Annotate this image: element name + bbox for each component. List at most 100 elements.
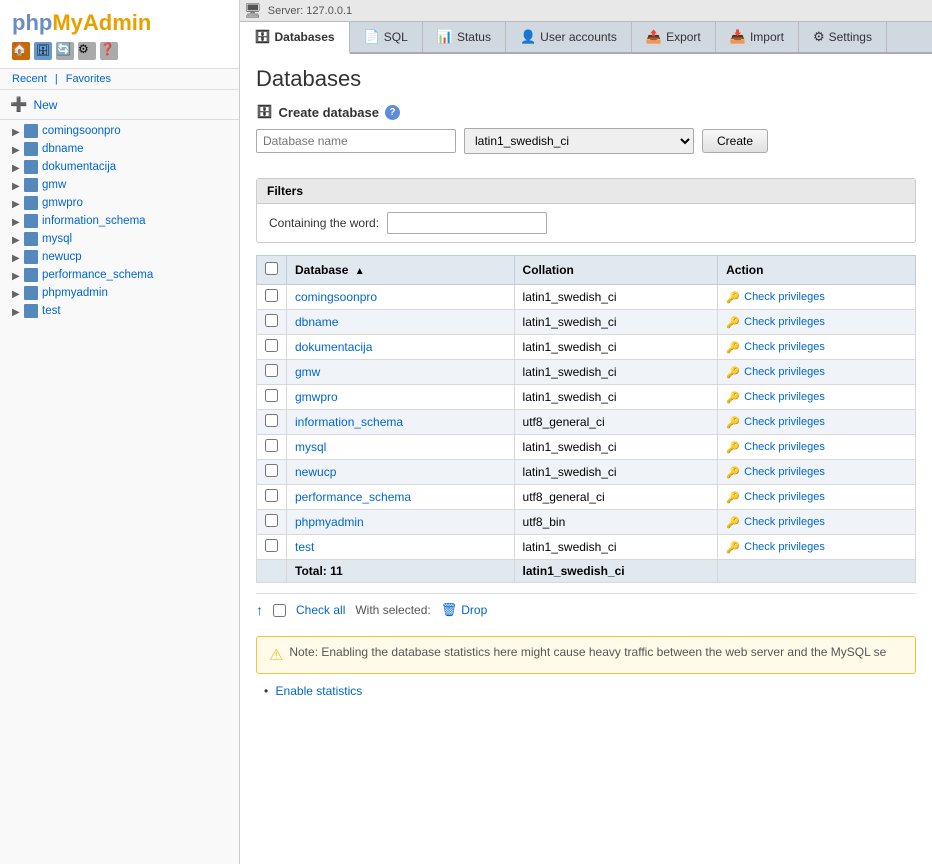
db-icon[interactable]: 🗄 [34, 42, 52, 60]
check-privileges-link[interactable]: Check privileges [744, 541, 825, 553]
sidebar-item-phpmyadmin[interactable]: ▶ phpmyadmin [0, 284, 239, 302]
check-privileges-link[interactable]: Check privileges [744, 316, 825, 328]
refresh-icon[interactable]: 🔄 [56, 42, 74, 60]
table-row: test latin1_swedish_ci 🔑 Check privilege… [257, 535, 916, 560]
tab-status[interactable]: 📊 Status [423, 22, 506, 52]
db-name-link[interactable]: phpmyadmin [295, 515, 364, 529]
table-row: dbname latin1_swedish_ci 🔑 Check privile… [257, 310, 916, 335]
row-checkbox[interactable] [265, 464, 278, 477]
row-checkbox[interactable] [265, 289, 278, 302]
sidebar-item-test[interactable]: ▶ test [0, 302, 239, 320]
db-name-link[interactable]: dbname [295, 315, 338, 329]
drop-button[interactable]: 🗑 Drop [441, 602, 488, 618]
help-small-icon[interactable]: ❓ [100, 42, 118, 60]
tab-user-accounts[interactable]: 👤 User accounts [506, 22, 632, 52]
database-tree: ▶ comingsoonpro ▶ dbname ▶ dokumentacija… [0, 120, 239, 864]
db-tree-icon [24, 214, 38, 228]
favorites-link[interactable]: Favorites [66, 73, 111, 85]
db-tree-icon [24, 178, 38, 192]
row-db-name: test [287, 535, 515, 560]
new-label: New [33, 98, 57, 112]
db-name-link[interactable]: dokumentacija [295, 340, 372, 354]
row-checkbox[interactable] [265, 539, 278, 552]
check-privileges-link[interactable]: Check privileges [744, 416, 825, 428]
row-collation: latin1_swedish_ci [514, 460, 718, 485]
db-tree-label[interactable]: newucp [42, 251, 82, 263]
row-checkbox[interactable] [265, 439, 278, 452]
sidebar-item-dokumentacija[interactable]: ▶ dokumentacija [0, 158, 239, 176]
db-tree-label[interactable]: comingsoonpro [42, 125, 121, 137]
db-name-link[interactable]: test [295, 540, 314, 554]
create-button[interactable]: Create [702, 129, 768, 153]
check-privileges-link[interactable]: Check privileges [744, 341, 825, 353]
db-tree-label[interactable]: information_schema [42, 215, 146, 227]
db-name-link[interactable]: information_schema [295, 415, 403, 429]
row-checkbox[interactable] [265, 314, 278, 327]
tab-export[interactable]: 📤 Export [632, 22, 716, 52]
row-checkbox[interactable] [265, 339, 278, 352]
th-database[interactable]: Database ▲ [287, 256, 515, 285]
collation-select[interactable]: latin1_swedish_ci [464, 128, 694, 154]
scroll-top-button[interactable]: ↑ [256, 602, 263, 618]
check-privileges-link[interactable]: Check privileges [744, 366, 825, 378]
db-name-link[interactable]: newucp [295, 465, 336, 479]
tab-sql[interactable]: 📄 SQL [350, 22, 423, 52]
enable-statistics-link[interactable]: Enable statistics [276, 684, 363, 698]
db-tree-label[interactable]: performance_schema [42, 269, 153, 281]
sidebar-item-information-schema[interactable]: ▶ information_schema [0, 212, 239, 230]
th-checkbox [257, 256, 287, 285]
row-checkbox[interactable] [265, 514, 278, 527]
row-checkbox[interactable] [265, 414, 278, 427]
check-privileges-link[interactable]: Check privileges [744, 441, 825, 453]
row-checkbox-cell [257, 335, 287, 360]
new-database-button[interactable]: ➕ New [0, 90, 239, 120]
db-tree-label[interactable]: phpmyadmin [42, 287, 108, 299]
sidebar-item-comingsoonpro[interactable]: ▶ comingsoonpro [0, 122, 239, 140]
check-privileges-link[interactable]: Check privileges [744, 516, 825, 528]
sidebar-item-performance-schema[interactable]: ▶ performance_schema [0, 266, 239, 284]
row-checkbox[interactable] [265, 489, 278, 502]
db-name-link[interactable]: gmwpro [295, 390, 338, 404]
databases-table: Database ▲ Collation Action comingsoonpr… [256, 255, 916, 583]
db-name-link[interactable]: mysql [295, 440, 326, 454]
row-action: 🔑 Check privileges [718, 410, 916, 435]
db-tree-label[interactable]: dokumentacija [42, 161, 116, 173]
check-privileges-link[interactable]: Check privileges [744, 466, 825, 478]
db-name-link[interactable]: performance_schema [295, 490, 411, 504]
total-label-cell: Total: 11 [287, 560, 515, 583]
db-name-link[interactable]: comingsoonpro [295, 290, 377, 304]
check-privileges-link[interactable]: Check privileges [744, 391, 825, 403]
create-db-label: 🗄 Create database ? [256, 104, 916, 120]
filter-input[interactable] [387, 212, 547, 234]
settings-small-icon[interactable]: ⚙ [78, 42, 96, 60]
db-tree-label[interactable]: gmwpro [42, 197, 83, 209]
check-all-label[interactable]: Check all [296, 603, 345, 617]
tab-import[interactable]: 📥 Import [716, 22, 799, 52]
filters-header[interactable]: Filters [257, 179, 915, 204]
sidebar-item-mysql[interactable]: ▶ mysql [0, 230, 239, 248]
database-name-input[interactable] [256, 129, 456, 153]
select-all-checkbox[interactable] [265, 262, 278, 275]
check-privileges-link[interactable]: Check privileges [744, 491, 825, 503]
sidebar-item-gmw[interactable]: ▶ gmw [0, 176, 239, 194]
tab-settings[interactable]: ⚙ Settings [799, 22, 887, 52]
tab-databases[interactable]: 🗄 Databases [240, 22, 350, 54]
help-icon[interactable]: ? [385, 105, 400, 120]
db-tree-label[interactable]: mysql [42, 233, 72, 245]
db-tree-label[interactable]: gmw [42, 179, 66, 191]
user-accounts-icon: 👤 [520, 29, 536, 45]
row-checkbox[interactable] [265, 364, 278, 377]
recent-link[interactable]: Recent [12, 73, 47, 85]
settings-icon: ⚙ [813, 29, 825, 45]
db-tree-label[interactable]: test [42, 305, 61, 317]
db-name-link[interactable]: gmw [295, 365, 320, 379]
db-tree-label[interactable]: dbname [42, 143, 84, 155]
create-db-form: latin1_swedish_ci Create [256, 128, 916, 154]
row-checkbox[interactable] [265, 389, 278, 402]
check-privileges-link[interactable]: Check privileges [744, 291, 825, 303]
sidebar-item-dbname[interactable]: ▶ dbname [0, 140, 239, 158]
check-all-checkbox[interactable] [273, 604, 286, 617]
sidebar-item-newucp[interactable]: ▶ newucp [0, 248, 239, 266]
home-icon[interactable]: 🏠 [12, 42, 30, 60]
sidebar-item-gmwpro[interactable]: ▶ gmwpro [0, 194, 239, 212]
